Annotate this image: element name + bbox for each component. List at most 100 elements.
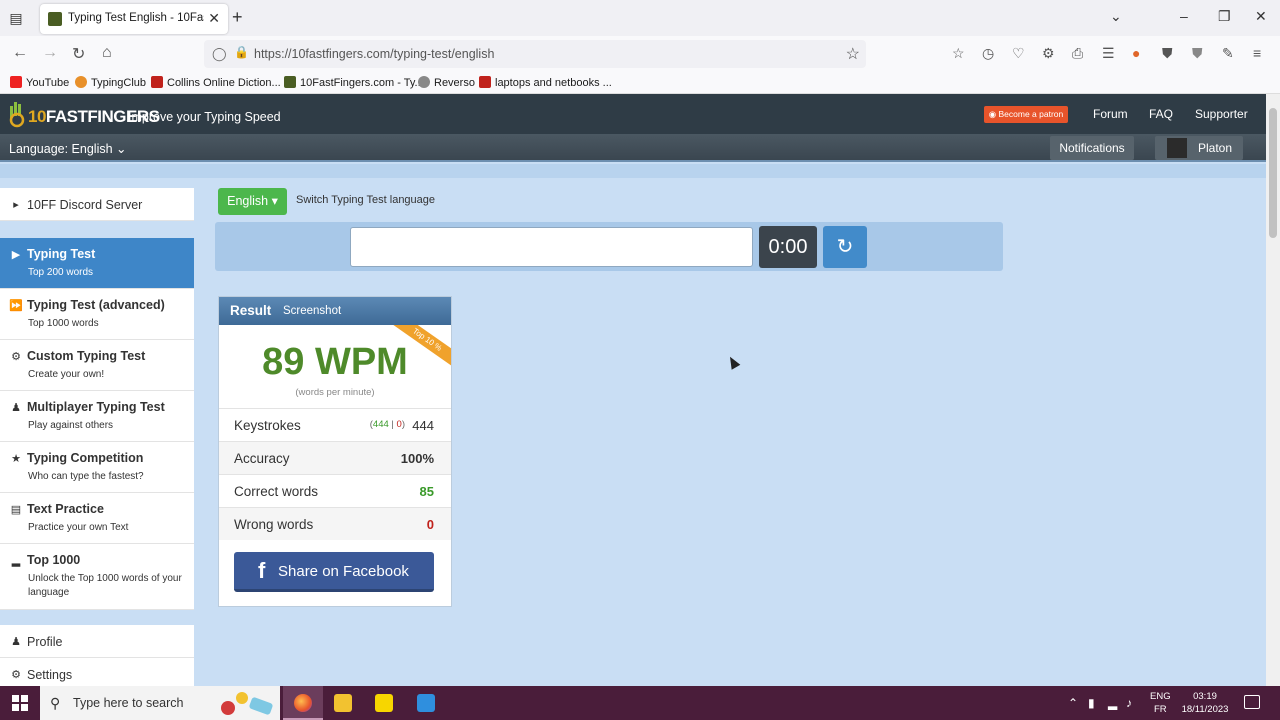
bookmark-collins[interactable]: Collins Online Diction... (151, 76, 281, 89)
test-language-button[interactable]: English ▾ (218, 188, 287, 215)
bookmark-typingclub[interactable]: TypingClub (75, 76, 146, 89)
taskbar-file-explorer[interactable] (323, 686, 363, 720)
nav-supporter-link[interactable]: Supporter (1195, 107, 1248, 121)
keystrokes-total: 444 (412, 418, 434, 433)
timer: 0:00 (759, 226, 817, 268)
tracking-shield-icon[interactable]: ◯ (212, 46, 227, 62)
close-window-icon[interactable]: ✕ (1255, 8, 1267, 25)
wpm-value: 89 WPM (262, 341, 408, 383)
tab-list-icon[interactable]: ▤ (6, 8, 26, 28)
extensions-icon[interactable]: ✎ (1222, 45, 1234, 62)
share-facebook-button[interactable]: f Share on Facebook (234, 552, 434, 592)
bookmark-star-icon[interactable]: ☆ (846, 44, 860, 64)
windows-taskbar: ⚲ Type here to search ⌃ ▮ ▂ ♪ ENG FR 03:… (0, 686, 1280, 720)
new-tab-icon[interactable]: + (232, 8, 243, 26)
tray-chevron-up-icon[interactable]: ⌃ (1068, 696, 1078, 710)
document-icon: ▤ (10, 504, 22, 516)
forward-icon[interactable]: → (42, 44, 58, 62)
search-icon: ⚲ (50, 695, 61, 711)
lock-icon[interactable]: 🔒 (234, 45, 249, 59)
battery-icon[interactable]: ▮ (1088, 696, 1095, 710)
library-icon[interactable]: ☰ (1102, 45, 1115, 62)
url-bar[interactable]: ◯ 🔒 https://10fastfingers.com/typing-tes… (204, 40, 866, 68)
input-language[interactable]: ENG FR (1150, 690, 1171, 716)
result-panel: Result Screenshot Top 10 % 89 WPM (words… (218, 296, 452, 607)
taskbar-firefox[interactable] (283, 686, 323, 720)
sidebar-item-custom-typing-test[interactable]: ⚙ Custom Typing Test Create your own! (0, 340, 194, 391)
wrong-words-row: Wrong words 0 (219, 507, 451, 540)
correct-words-row: Correct words 85 (219, 474, 451, 507)
collins-icon (151, 76, 163, 88)
site-logo[interactable]: 10FASTFINGERS (8, 98, 160, 130)
restart-button[interactable]: ↻ (823, 226, 867, 268)
sidebar-item-typing-test[interactable]: ▶ Typing Test Top 200 words (0, 238, 194, 289)
bookmark-youtube[interactable]: YouTube (10, 76, 69, 89)
bookmarks-bar: YouTube TypingClub Collins Online Dictio… (0, 72, 1280, 94)
privacy-badger-icon[interactable]: ⛊ (1192, 45, 1203, 62)
typing-input-row: 0:00 ↻ (215, 222, 1003, 271)
browser-tab[interactable]: Typing Test English - 10FastFingers ✕ (40, 4, 228, 34)
correct-words-value: 85 (419, 484, 434, 499)
wifi-icon[interactable]: ▂ (1108, 696, 1117, 710)
duckduckgo-icon[interactable]: ● (1132, 45, 1140, 61)
sidebar-item-multiplayer[interactable]: ♟ Multiplayer Typing Test Play against o… (0, 391, 194, 442)
folder-icon (334, 694, 352, 712)
maximize-icon[interactable]: ❐ (1218, 8, 1231, 25)
sidebar-item-typing-test-advanced[interactable]: ⏩ Typing Test (advanced) Top 1000 words (0, 289, 194, 340)
sidebar-item-text-practice[interactable]: ▤ Text Practice Practice your own Text (0, 493, 194, 544)
typing-input[interactable] (350, 227, 753, 267)
play-icon: ▶ (11, 249, 21, 261)
notification-center-icon[interactable] (1244, 695, 1260, 709)
ublock-icon[interactable]: ⛊ (1162, 45, 1173, 62)
facebook-icon: f (258, 558, 266, 583)
trophy-icon: ★ (11, 453, 21, 465)
browser-nav-bar: ← → ↻ ⌂ ◯ 🔒 https://10fastfingers.com/ty… (0, 36, 1280, 72)
tab-close-icon[interactable]: ✕ (208, 10, 220, 27)
bookmark-laptops[interactable]: laptops and netbooks ... (479, 76, 612, 89)
print-icon[interactable]: ⎙ (1072, 45, 1083, 62)
url-text[interactable]: https://10fastfingers.com/typing-test/en… (254, 47, 494, 61)
sidebar-item-settings[interactable]: ⚙ Settings (0, 658, 194, 686)
notifications-button[interactable]: Notifications (1050, 136, 1134, 160)
pocket-icon[interactable]: ♡ (1012, 45, 1025, 62)
reload-icon[interactable]: ↻ (72, 44, 85, 64)
page-content: 10FASTFINGERS Improve your Typing Speed … (0, 94, 1266, 686)
history-icon[interactable]: ◷ (982, 45, 994, 62)
result-header: Result Screenshot (219, 297, 451, 325)
taskbar-sticky-notes[interactable] (364, 686, 404, 720)
nav-forum-link[interactable]: Forum (1093, 107, 1128, 121)
mail-icon (417, 694, 435, 712)
nav-faq-link[interactable]: FAQ (1149, 107, 1173, 121)
sidebar-item-profile[interactable]: ♟ Profile (0, 625, 194, 658)
sidebar-item-top-1000[interactable]: ▂ Top 1000 Unlock the Top 1000 words of … (0, 544, 194, 610)
10fastfingers-icon (284, 76, 296, 88)
bookmark-reverso[interactable]: Reverso (418, 76, 475, 89)
signal-bars-icon: ▂ (11, 555, 21, 567)
taskbar-mail[interactable] (406, 686, 446, 720)
home-icon[interactable]: ⌂ (102, 44, 112, 62)
wpm-caption: (words per minute) (295, 387, 375, 398)
accuracy-value: 100% (400, 451, 434, 466)
sidebar-item-discord[interactable]: ▸ 10FF Discord Server (0, 188, 194, 221)
settings-gear-icon[interactable]: ⚙ (1042, 45, 1055, 62)
sidebar-item-competition[interactable]: ★ Typing Competition Who can type the fa… (0, 442, 194, 493)
tab-title: Typing Test English - 10FastFingers (68, 12, 204, 24)
firefox-icon (294, 694, 312, 712)
volume-icon[interactable]: ♪ (1126, 696, 1132, 710)
taskbar-search[interactable]: ⚲ Type here to search (40, 686, 280, 720)
user-menu[interactable]: Platon (1155, 136, 1243, 160)
scrollbar-thumb[interactable] (1269, 108, 1277, 238)
tab-overflow-chevron-icon[interactable]: ⌄ (1110, 8, 1122, 25)
menu-icon[interactable]: ≡ (1253, 45, 1261, 61)
system-clock[interactable]: 03:19 18/11/2023 (1180, 690, 1230, 716)
language-selector[interactable]: Language: English ⌄ (9, 141, 127, 156)
windows-start-icon[interactable] (12, 695, 28, 711)
reading-list-icon[interactable]: ☆ (952, 45, 965, 62)
page-scrollbar[interactable] (1266, 94, 1280, 686)
screenshot-link[interactable]: Screenshot (283, 305, 341, 317)
become-patron-button[interactable]: ◉ Become a patron (984, 106, 1068, 123)
back-icon[interactable]: ← (12, 44, 28, 62)
minimize-icon[interactable]: – (1180, 8, 1188, 24)
bookmark-10fastfingers[interactable]: 10FastFingers.com - Ty... (284, 76, 424, 89)
cogs-icon: ⚙ (11, 351, 21, 363)
